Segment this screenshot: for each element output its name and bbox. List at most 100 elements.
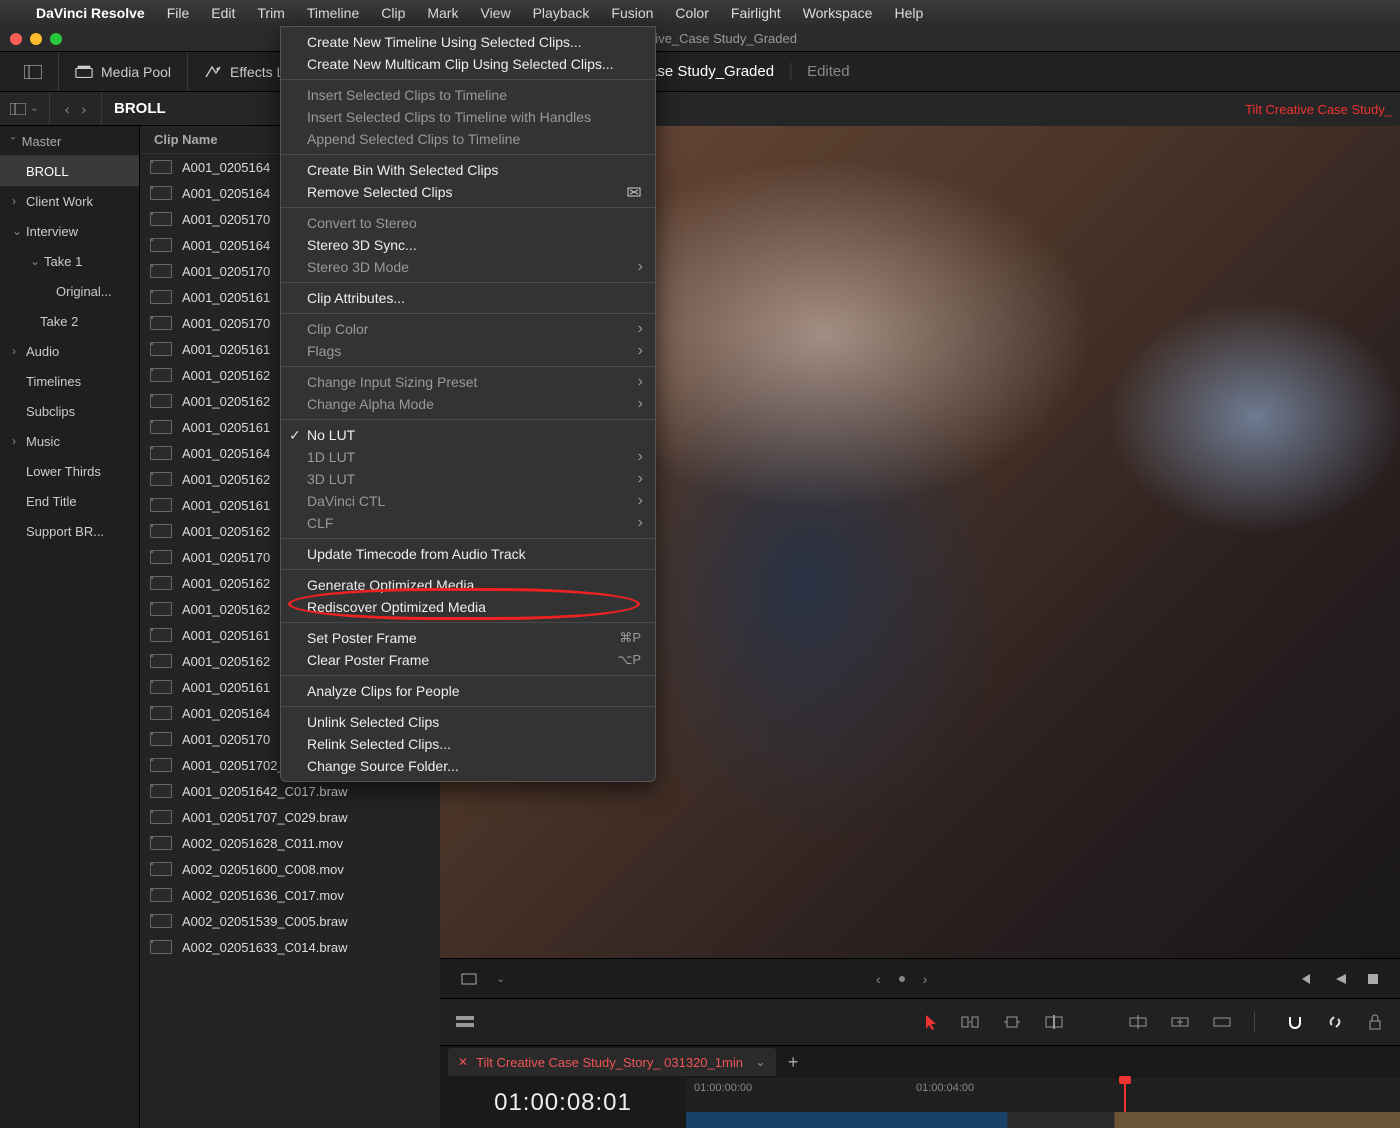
edit-toolbar	[440, 998, 1400, 1046]
position-tool[interactable]	[1002, 1013, 1022, 1031]
context-menu-item[interactable]: Unlink Selected Clips	[281, 711, 655, 733]
context-menu-item[interactable]: Remove Selected Clips	[281, 181, 655, 203]
viewer-prev-button[interactable]: ‹	[876, 971, 881, 987]
clip-icon	[150, 212, 172, 226]
clip-row[interactable]: A002_02051539_C005.braw	[140, 908, 440, 934]
bin-tree-item[interactable]: Subclips	[0, 396, 139, 426]
bin-tree-item[interactable]: End Title	[0, 486, 139, 516]
timeline-track-preview[interactable]	[686, 1112, 1400, 1128]
clip-icon	[150, 758, 172, 772]
clip-icon	[150, 342, 172, 356]
bin-tree-header[interactable]: › Master	[0, 128, 139, 156]
bin-tree-item[interactable]: Original...	[0, 276, 139, 306]
bin-tree-item[interactable]: ⌄Interview	[0, 216, 139, 246]
context-menu-item[interactable]: Generate Optimized Media	[281, 574, 655, 596]
clip-row[interactable]: A002_02051628_C011.mov	[140, 830, 440, 856]
menu-fairlight[interactable]: Fairlight	[731, 5, 781, 21]
trim-tool[interactable]	[960, 1013, 980, 1031]
clip-row[interactable]: A001_02051707_C029.braw	[140, 804, 440, 830]
close-tab-icon[interactable]: ✕	[458, 1055, 468, 1069]
toolbar-media-pool-button[interactable]: Media Pool	[59, 52, 188, 91]
menu-clip[interactable]: Clip	[381, 5, 405, 21]
add-timeline-button[interactable]: +	[778, 1052, 809, 1073]
go-to-start-button[interactable]	[1298, 972, 1316, 986]
bin-tree: › Master BROLL›Client Work⌄Interview⌄Tak…	[0, 126, 140, 1128]
window-zoom-button[interactable]	[50, 33, 62, 45]
context-menu-item[interactable]: Clear Poster Frame⌥P	[281, 649, 655, 671]
menu-trim[interactable]: Trim	[257, 5, 284, 21]
menu-mark[interactable]: Mark	[427, 5, 458, 21]
clip-icon	[150, 888, 172, 902]
clip-icon	[150, 602, 172, 616]
clip-icon	[150, 836, 172, 850]
context-menu-item[interactable]: Create New Timeline Using Selected Clips…	[281, 31, 655, 53]
app-name[interactable]: DaVinci Resolve	[36, 5, 145, 21]
menu-color[interactable]: Color	[675, 5, 708, 21]
clip-icon	[150, 550, 172, 564]
window-close-button[interactable]	[10, 33, 22, 45]
overwrite-clip-button[interactable]	[1170, 1013, 1190, 1031]
context-menu-item[interactable]: Set Poster Frame⌘P	[281, 627, 655, 649]
bin-tree-item[interactable]: ›Audio	[0, 336, 139, 366]
clip-row[interactable]: A002_02051636_C017.mov	[140, 882, 440, 908]
view-mode-button[interactable]: ⌄	[0, 92, 50, 125]
tab-dropdown-icon[interactable]: ⌄	[755, 1054, 766, 1070]
bin-nav[interactable]: ‹›	[50, 92, 102, 125]
context-menu-item[interactable]: Rediscover Optimized Media	[281, 596, 655, 618]
clip-row[interactable]: A002_02051633_C014.braw	[140, 934, 440, 960]
context-menu-item[interactable]: Analyze Clips for People	[281, 680, 655, 702]
context-menu-item[interactable]: Relink Selected Clips...	[281, 733, 655, 755]
context-menu-item[interactable]: Clip Attributes...	[281, 287, 655, 309]
menu-workspace[interactable]: Workspace	[803, 5, 873, 21]
toolbar-layout-button[interactable]	[8, 52, 59, 91]
timeline-tab[interactable]: ✕ Tilt Creative Case Study_Story_ 031320…	[448, 1048, 776, 1076]
play-reverse-button[interactable]	[1334, 972, 1348, 986]
menu-file[interactable]: File	[167, 5, 190, 21]
replace-clip-button[interactable]	[1212, 1013, 1232, 1031]
context-menu-item[interactable]: Update Timecode from Audio Track	[281, 543, 655, 565]
timeline-view-button[interactable]	[456, 1014, 474, 1030]
bin-tree-item[interactable]: Timelines	[0, 366, 139, 396]
clip-icon	[150, 238, 172, 252]
context-menu-item[interactable]: Stereo 3D Sync...	[281, 234, 655, 256]
blade-tool[interactable]	[1044, 1013, 1064, 1031]
context-menu-item: Insert Selected Clips to Timeline	[281, 84, 655, 106]
stop-button[interactable]	[1366, 972, 1380, 986]
context-menu-item[interactable]: Create Bin With Selected Clips	[281, 159, 655, 181]
clip-icon	[150, 446, 172, 460]
context-menu-item[interactable]: No LUT	[281, 424, 655, 446]
timeline-ruler[interactable]: 01:00:00:00 01:00:04:00	[686, 1078, 1400, 1128]
context-menu-item[interactable]: Create New Multicam Clip Using Selected …	[281, 53, 655, 75]
link-button[interactable]	[1326, 1013, 1344, 1031]
menu-fusion[interactable]: Fusion	[611, 5, 653, 21]
bin-tree-item[interactable]: ⌄Take 1	[0, 246, 139, 276]
timecode-value[interactable]: 01:00:08:01	[494, 1089, 632, 1117]
bin-tree-item[interactable]: Lower Thirds	[0, 456, 139, 486]
bin-tree-item[interactable]: ›Music	[0, 426, 139, 456]
selection-tool[interactable]	[924, 1013, 938, 1031]
window-minimize-button[interactable]	[30, 33, 42, 45]
bin-tree-item[interactable]: ›Client Work	[0, 186, 139, 216]
clip-icon	[150, 394, 172, 408]
bin-tree-item[interactable]: Take 2	[0, 306, 139, 336]
menu-view[interactable]: View	[480, 5, 510, 21]
context-menu-item[interactable]: Change Source Folder...	[281, 755, 655, 777]
transform-dropdown-icon[interactable]: ⌄	[496, 972, 505, 985]
lock-button[interactable]	[1366, 1013, 1384, 1031]
menu-playback[interactable]: Playback	[533, 5, 590, 21]
bin-tree-item[interactable]: BROLL	[0, 156, 139, 186]
window-titlebar: Tilt Creative_Case Study_Graded	[0, 26, 1400, 52]
snap-button[interactable]	[1286, 1013, 1304, 1031]
clip-icon	[150, 368, 172, 382]
menu-edit[interactable]: Edit	[211, 5, 235, 21]
toolbar-effects-label: Effects L	[230, 64, 284, 80]
clip-row[interactable]: A002_02051600_C008.mov	[140, 856, 440, 882]
bin-tree-item[interactable]: Support BR...	[0, 516, 139, 546]
clip-icon	[150, 810, 172, 824]
context-menu-item: Stereo 3D Mode	[281, 256, 655, 278]
menu-timeline[interactable]: Timeline	[307, 5, 359, 21]
transform-icon[interactable]	[460, 972, 478, 986]
viewer-next-button[interactable]: ›	[923, 971, 928, 987]
menu-help[interactable]: Help	[894, 5, 923, 21]
insert-clip-button[interactable]	[1128, 1013, 1148, 1031]
